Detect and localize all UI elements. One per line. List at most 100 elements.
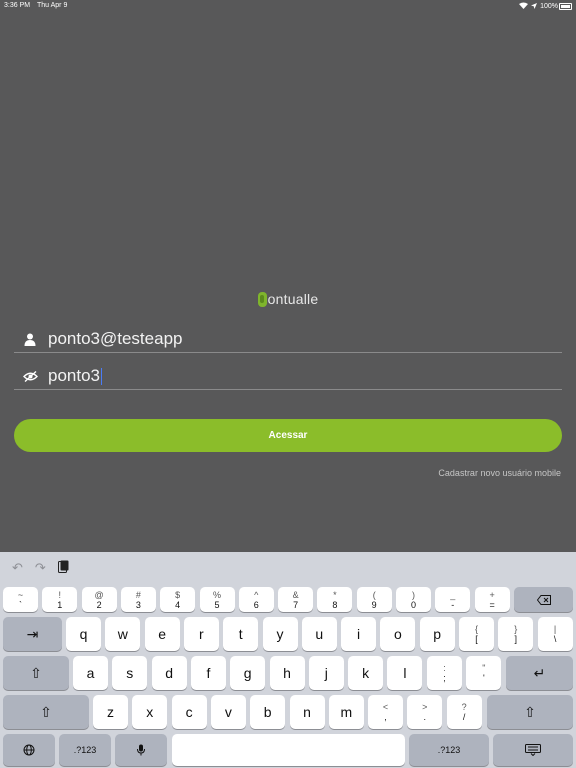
key-v[interactable]: v <box>210 695 246 729</box>
key-y[interactable]: y <box>262 617 298 651</box>
key-lower: ; <box>443 673 446 683</box>
key-1[interactable]: ! 1 <box>42 587 78 612</box>
key-t[interactable]: t <box>223 617 259 651</box>
key-b[interactable]: b <box>250 695 286 729</box>
key-u[interactable]: u <box>301 617 337 651</box>
key-lower: - <box>451 599 455 610</box>
battery-percent: 100% <box>540 3 558 10</box>
key-,[interactable]: <, <box>368 695 403 729</box>
password-field[interactable]: ponto3 <box>14 363 562 390</box>
key-/[interactable]: ? / <box>446 695 482 729</box>
key--[interactable]: _ - <box>435 587 471 612</box>
numbers-key-left[interactable]: .?123 <box>59 734 111 766</box>
key-0[interactable]: ) 0 <box>396 587 431 612</box>
key-lower: 4 <box>175 599 181 610</box>
key-k[interactable]: k <box>348 656 384 690</box>
key-i[interactable]: i <box>341 617 377 651</box>
space-key[interactable] <box>172 734 405 766</box>
key-upper: & <box>292 589 299 600</box>
key-lower: ` <box>19 599 22 610</box>
key-lower: 3 <box>135 599 141 610</box>
key-o[interactable]: o <box>380 617 416 651</box>
key-[[interactable]: {[ <box>459 617 494 651</box>
key-=[interactable]: + = <box>474 587 510 612</box>
key-upper: * <box>333 589 337 600</box>
key-h[interactable]: h <box>269 656 305 690</box>
key-r[interactable]: r <box>183 617 219 651</box>
key-lower: 6 <box>253 599 259 610</box>
key-5[interactable]: % 5 <box>199 587 235 612</box>
email-value: ponto3@testeapp <box>48 329 183 348</box>
shift-left-key[interactable]: ⇧ <box>3 656 69 690</box>
mic-key[interactable] <box>115 734 167 766</box>
key-upper: < <box>382 702 389 712</box>
key-2[interactable]: @2 <box>81 587 117 612</box>
key-3[interactable]: #3 <box>120 587 156 612</box>
key-\[interactable]: | \ <box>537 617 573 651</box>
login-button[interactable]: Acessar <box>14 419 562 452</box>
key-p[interactable]: p <box>419 617 455 651</box>
undo-icon[interactable]: ↶ <box>12 560 23 576</box>
numbers-key-right[interactable]: .?123 <box>409 734 489 766</box>
key-g[interactable]: g <box>230 656 266 690</box>
redo-icon[interactable]: ↷ <box>35 560 46 576</box>
key-lower: , <box>384 712 387 722</box>
logo-mark-icon <box>257 291 267 307</box>
key-j[interactable]: j <box>308 656 344 690</box>
key-lower: [ <box>475 634 478 644</box>
key-upper: > <box>422 702 428 712</box>
user-icon <box>22 331 38 347</box>
logo-text: ontualle <box>267 291 319 307</box>
key-upper: # <box>135 589 141 600</box>
shift-left2-key[interactable]: ⇧ <box>3 695 89 729</box>
key-f[interactable]: f <box>190 656 226 690</box>
key-upper: ( <box>372 589 376 600</box>
key-lower: 2 <box>96 599 102 610</box>
key-7[interactable]: & 7 <box>278 587 314 612</box>
return-key[interactable]: ↵ <box>506 656 573 690</box>
key-lower: ' <box>482 673 485 683</box>
shift-right-key[interactable]: ⇧ <box>487 695 573 729</box>
key-upper: % <box>212 589 221 600</box>
key-e[interactable]: e <box>144 617 180 651</box>
key-6[interactable]: ^ 6 <box>238 587 274 612</box>
key-4[interactable]: $4 <box>160 587 196 612</box>
key-upper: ! <box>58 589 62 600</box>
key-'[interactable]: " ' <box>466 656 502 690</box>
status-time: 3:36 PM <box>4 2 31 9</box>
globe-key[interactable] <box>3 734 55 766</box>
key-w[interactable]: w <box>105 617 141 651</box>
eye-slash-icon[interactable] <box>22 368 38 384</box>
key-c[interactable]: c <box>171 695 207 729</box>
key-9[interactable]: (9 <box>356 587 392 612</box>
delete-key[interactable] <box>514 587 573 612</box>
key-upper: + <box>489 589 495 600</box>
key-upper: : <box>443 663 446 673</box>
location-icon <box>531 2 538 11</box>
key-a[interactable]: a <box>73 656 108 690</box>
register-link[interactable]: Cadastrar novo usuário mobile <box>438 468 561 478</box>
key-s[interactable]: s <box>112 656 148 690</box>
key-m[interactable]: m <box>328 695 364 729</box>
key-.[interactable]: >. <box>407 695 443 729</box>
key-8[interactable]: * 8 <box>317 587 353 612</box>
key-`[interactable]: ~ ` <box>3 587 38 612</box>
key-l[interactable]: l <box>387 656 423 690</box>
key-lower: 1 <box>57 599 63 610</box>
key-n[interactable]: n <box>289 695 325 729</box>
key-lower: 0 <box>410 599 416 610</box>
key-upper: @ <box>94 589 104 600</box>
email-field[interactable]: ponto3@testeapp <box>14 326 562 353</box>
key-z[interactable]: z <box>93 695 128 729</box>
key-;[interactable]: :; <box>427 656 462 690</box>
tab-key[interactable]: ⇥ <box>3 617 62 651</box>
key-d[interactable]: d <box>151 656 187 690</box>
key-x[interactable]: x <box>132 695 168 729</box>
key-q[interactable]: q <box>66 617 101 651</box>
key-lower: 5 <box>214 599 220 610</box>
key-upper: $ <box>175 589 181 600</box>
key-lower: / <box>462 712 466 722</box>
key-][interactable]: }] <box>498 617 534 651</box>
hide-keyboard-key[interactable] <box>493 734 573 766</box>
paste-icon[interactable] <box>57 560 69 576</box>
